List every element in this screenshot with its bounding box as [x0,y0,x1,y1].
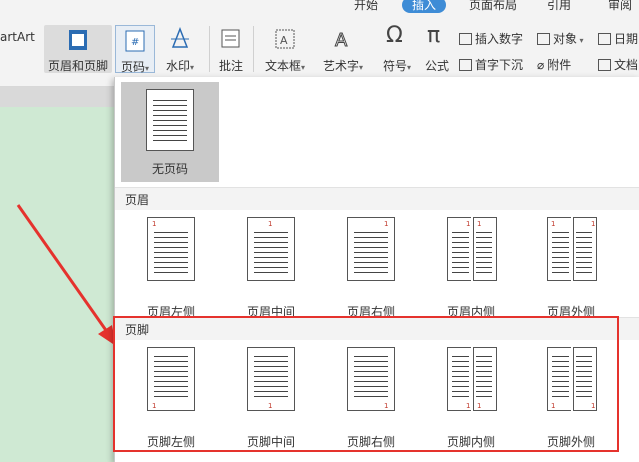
page-thumbnail: 1 [147,217,195,281]
header-right-option[interactable]: 1 页眉右侧 [323,213,419,323]
page-thumbnail: 1 [447,217,471,281]
page-thumbnail: 1 [247,217,295,281]
page-number-marker: 1 [477,220,482,228]
page-thumbnail: 1 [473,217,497,281]
page-thumbnail: 1 [573,217,597,281]
page-number-marker: 1 [152,220,157,228]
page-number-marker: 1 [551,220,556,228]
header-left-option[interactable]: 1 页眉左侧 [123,213,219,323]
no-page-number-option[interactable]: 无页码 [121,82,219,182]
header-outer-option[interactable]: 1 1 页眉外侧 [523,213,619,323]
page-thumbnail [146,89,194,151]
page-number-marker: 1 [268,220,273,228]
header-center-option[interactable]: 1 页眉中间 [223,213,319,323]
page-number-marker: 1 [466,220,471,228]
highlight-box [113,316,619,452]
header-inner-option[interactable]: 1 1 页眉内侧 [423,213,519,323]
no-page-number-label: 无页码 [151,162,188,176]
header-section-label: 页眉 [125,193,150,207]
page-number-marker: 1 [384,220,389,228]
page-number-marker: 1 [591,220,596,228]
page-thumbnail: 1 [347,217,395,281]
header-section-title: 页眉 [115,187,639,210]
page-thumbnail: 1 [547,217,571,281]
